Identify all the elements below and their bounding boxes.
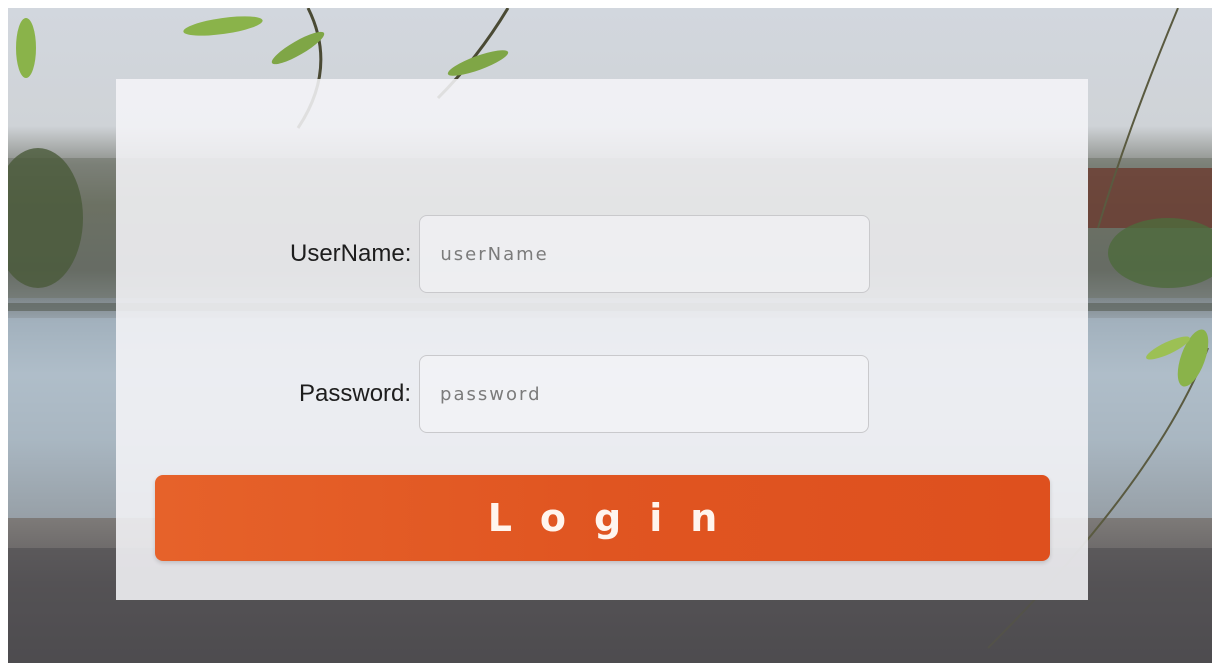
- password-input[interactable]: [419, 355, 870, 433]
- password-label: Password:: [299, 380, 412, 407]
- password-row: Password:: [299, 355, 870, 433]
- username-row: UserName:: [290, 215, 871, 293]
- username-label: UserName:: [290, 240, 412, 267]
- username-input[interactable]: [419, 215, 871, 293]
- login-button[interactable]: Login: [155, 475, 1050, 561]
